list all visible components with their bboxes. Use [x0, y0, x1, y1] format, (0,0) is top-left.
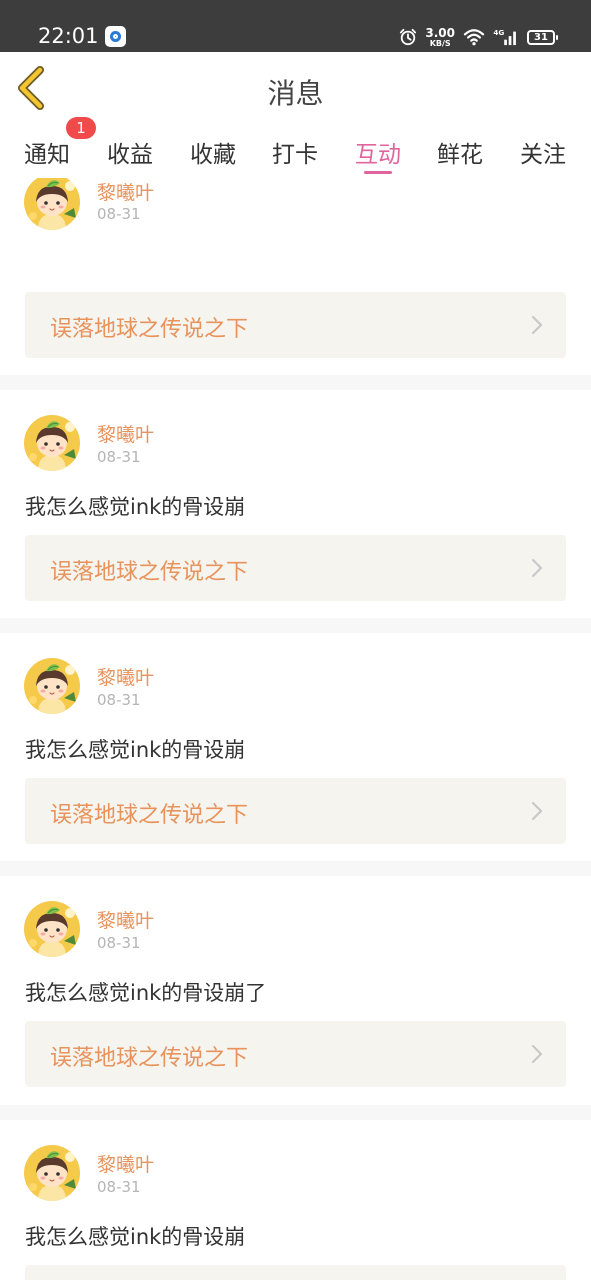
- post-date: 08-31: [97, 205, 141, 223]
- avatar[interactable]: [24, 178, 80, 230]
- feed-divider: [0, 618, 591, 633]
- feed-item: 黎曦叶 08-31 误落地球之传说之下: [0, 178, 591, 375]
- post-date: 08-31: [97, 448, 141, 466]
- chevron-right-icon: [531, 1044, 543, 1064]
- screen: 22:01 3.00 KB/S 4G 31 消息 通知 收益 收藏 打卡 互动 …: [0, 0, 591, 1280]
- notification-badge: 1: [66, 117, 96, 139]
- chevron-right-icon: [531, 801, 543, 821]
- comment-text: 我怎么感觉ink的骨设崩: [25, 738, 246, 762]
- status-bar: 22:01 3.00 KB/S 4G 31: [0, 0, 591, 52]
- battery-icon: 31: [527, 29, 558, 45]
- tab-interaction-label: 互动: [355, 142, 401, 168]
- post-date: 08-31: [97, 934, 141, 952]
- status-time: 22:01: [38, 24, 99, 48]
- work-link[interactable]: [25, 1265, 566, 1280]
- tab-favorites[interactable]: 收藏: [180, 135, 246, 169]
- network-speed-unit: KB/S: [429, 38, 451, 48]
- active-tab-indicator: [364, 171, 392, 174]
- comment-text: 我怎么感觉ink的骨设崩了: [25, 981, 267, 1005]
- tab-flowers[interactable]: 鲜花: [427, 135, 493, 169]
- work-link-title: 误落地球之传说之下: [50, 803, 249, 828]
- avatar[interactable]: [24, 415, 80, 471]
- avatar[interactable]: [24, 658, 80, 714]
- alarm-icon: [400, 28, 417, 46]
- feed-item: 黎曦叶 08-31 我怎么感觉ink的骨设崩 误落地球之传说之下: [0, 390, 591, 618]
- page-title: 消息: [267, 77, 324, 110]
- work-link-title: 误落地球之传说之下: [50, 1046, 249, 1071]
- avatar[interactable]: [24, 1145, 80, 1201]
- tab-notifications[interactable]: 通知: [14, 135, 80, 169]
- work-link[interactable]: 误落地球之传说之下: [25, 778, 566, 844]
- signal-icon: 4G: [493, 28, 516, 46]
- username[interactable]: 黎曦叶: [97, 906, 154, 933]
- chevron-right-icon: [531, 558, 543, 578]
- tab-checkin[interactable]: 打卡: [262, 135, 328, 169]
- work-link-title: 误落地球之传说之下: [50, 317, 249, 342]
- status-icons: 3.00 KB/S 4G 31: [399, 26, 558, 48]
- feed-divider: [0, 375, 591, 390]
- app-notification-icon: [105, 26, 126, 47]
- work-link[interactable]: 误落地球之传说之下: [25, 1021, 566, 1087]
- username[interactable]: 黎曦叶: [97, 1150, 154, 1177]
- network-type-label: 4G: [493, 28, 504, 37]
- work-link[interactable]: 误落地球之传说之下: [25, 535, 566, 601]
- comment-text: 我怎么感觉ink的骨设崩: [25, 1225, 246, 1249]
- username[interactable]: 黎曦叶: [97, 663, 154, 690]
- network-speed-value: 3.00: [425, 25, 455, 40]
- work-link[interactable]: 误落地球之传说之下: [25, 292, 566, 358]
- network-speed: 3.00 KB/S: [425, 27, 455, 48]
- comment-text: 我怎么感觉ink的骨设崩: [25, 495, 246, 519]
- interaction-feed: 黎曦叶 08-31 误落地球之传说之下 黎曦叶 08-31 我怎么感觉ink的骨…: [0, 178, 591, 1280]
- feed-divider: [0, 1105, 591, 1120]
- feed-item: 黎曦叶 08-31 我怎么感觉ink的骨设崩了 误落地球之传说之下: [0, 876, 591, 1105]
- feed-divider: [0, 861, 591, 876]
- feed-item: 黎曦叶 08-31 我怎么感觉ink的骨设崩 误落地球之传说之下: [0, 633, 591, 861]
- battery-level: 31: [534, 31, 548, 43]
- tab-earnings[interactable]: 收益: [97, 135, 163, 169]
- feed-item: 黎曦叶 08-31 我怎么感觉ink的骨设崩: [0, 1120, 591, 1280]
- post-date: 08-31: [97, 691, 141, 709]
- tab-following[interactable]: 关注: [510, 135, 576, 169]
- chevron-right-icon: [531, 315, 543, 335]
- header: 消息: [0, 52, 591, 124]
- wifi-icon: [463, 29, 485, 46]
- post-date: 08-31: [97, 1178, 141, 1196]
- username[interactable]: 黎曦叶: [97, 178, 154, 205]
- work-link-title: 误落地球之传说之下: [50, 560, 249, 585]
- avatar[interactable]: [24, 901, 80, 957]
- tab-interaction[interactable]: 互动: [345, 135, 411, 174]
- username[interactable]: 黎曦叶: [97, 420, 154, 447]
